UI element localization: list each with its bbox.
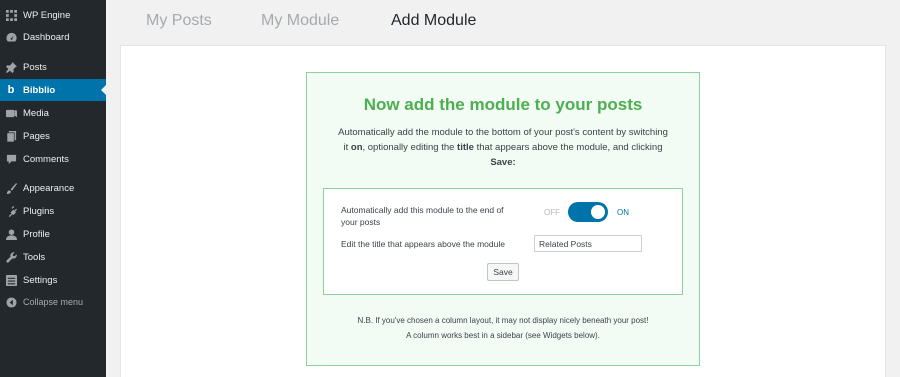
sidebar-item-label: Plugins (23, 205, 55, 217)
sidebar-item-dashboard[interactable]: Dashboard (0, 26, 106, 48)
comments-icon (5, 153, 17, 165)
description-text: that appears above the module, and click… (473, 142, 663, 153)
sidebar-item-label: Posts (23, 61, 47, 73)
auto-add-toggle[interactable] (568, 202, 608, 222)
description-emphasis-title: title (457, 142, 474, 153)
sidebar-item-collapse-menu[interactable]: Collapse menu (0, 291, 106, 313)
sidebar-item-label: Settings (23, 274, 58, 286)
wrench-icon (5, 251, 17, 263)
description-line-3: Save: (320, 155, 686, 170)
description-line-2: it on, optionally editing the title that… (320, 140, 686, 155)
pin-icon (5, 61, 17, 73)
sidebar-item-label: Comments (23, 153, 69, 165)
user-icon (5, 228, 17, 240)
sidebar-item-comments[interactable]: Comments (0, 148, 106, 170)
page-heading: Now add the module to your posts (363, 95, 643, 114)
brush-icon (5, 182, 17, 194)
sidebar-item-posts[interactable]: Posts (0, 56, 106, 78)
description-text: it (343, 142, 351, 153)
pages-icon (5, 130, 17, 142)
bibblio-icon: b (7, 84, 15, 96)
tab-add-module[interactable]: Add Module (391, 12, 476, 30)
note-line-1: N.B. If you've chosen a column layout, i… (357, 316, 649, 325)
sidebar-item-label: Dashboard (23, 31, 70, 43)
sidebar-item-bibblio[interactable]: b Bibblio (0, 79, 106, 101)
save-button[interactable]: Save (487, 263, 519, 281)
auto-add-label-line-2: your posts (341, 217, 381, 227)
auto-add-label-line-1: Automatically add this module to the end… (341, 205, 504, 215)
sidebar-item-label: WP Engine (23, 9, 71, 21)
sidebar-item-media[interactable]: Media (0, 102, 106, 124)
note-line-2: A column works best in a sidebar (see Wi… (406, 331, 600, 340)
sidebar-item-settings[interactable]: Settings (0, 269, 106, 291)
sidebar-item-label: Bibblio (23, 84, 56, 96)
toggle-on-label: ON (617, 208, 629, 217)
auto-add-label: Automatically add this module to the end… (341, 204, 531, 228)
description-line-1: Automatically add the module to the bott… (338, 127, 668, 138)
media-icon (5, 107, 17, 119)
sidebar-item-label: Media (23, 107, 49, 119)
admin-sidebar: WP Engine Dashboard Posts b Bibblio Medi… (0, 0, 106, 377)
plug-icon (5, 205, 17, 217)
sidebar-item-appearance[interactable]: Appearance (0, 177, 106, 199)
sidebar-item-label: Tools (23, 251, 46, 263)
toggle-knob (591, 205, 605, 219)
description: Automatically add the module to the bott… (320, 125, 686, 170)
sidebar-item-wp-engine[interactable]: WP Engine (0, 4, 106, 26)
wp-engine-icon (5, 9, 17, 21)
tab-my-posts[interactable]: My Posts (146, 12, 212, 30)
module-title-input[interactable] (534, 235, 642, 252)
tab-my-module[interactable]: My Module (261, 12, 339, 30)
collapse-icon (5, 296, 17, 308)
settings-icon (5, 274, 17, 286)
sidebar-item-tools[interactable]: Tools (0, 246, 106, 268)
sidebar-item-label: Profile (23, 228, 50, 240)
description-emphasis-on: on (350, 142, 363, 153)
sidebar-item-label: Collapse menu (23, 297, 84, 307)
description-text: , optionally editing the (362, 142, 458, 153)
sidebar-item-label: Appearance (23, 182, 75, 194)
sidebar-item-label: Pages (23, 130, 50, 142)
dashboard-icon (5, 31, 17, 43)
toggle-off-label: OFF (544, 208, 560, 217)
sidebar-item-plugins[interactable]: Plugins (0, 200, 106, 222)
sidebar-item-profile[interactable]: Profile (0, 223, 106, 245)
sidebar-item-pages[interactable]: Pages (0, 125, 106, 147)
title-label: Edit the title that appears above the mo… (341, 239, 505, 249)
description-emphasis-save: Save: (490, 157, 516, 168)
